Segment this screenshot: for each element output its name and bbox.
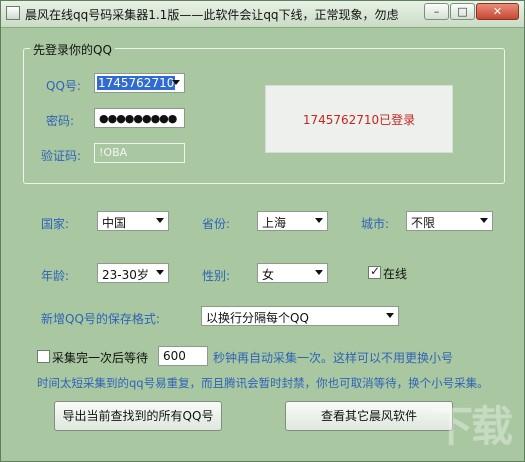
age-value: 23-30岁 [102,268,149,282]
watermark: 下载 [431,402,513,451]
online-label: 在线 [383,267,408,281]
chevron-down-icon[interactable] [480,218,488,223]
province-label: 省份: [202,217,231,231]
title-bar[interactable]: 晨风在线qq号码采集器1.1版——此软件会让qq下线，正常现象，勿虑 – □ ✕ [1,1,524,28]
chevron-down-icon[interactable] [172,80,180,85]
captcha-field[interactable]: !OBA [94,143,185,163]
minimize-button[interactable]: – [424,3,449,20]
view-other-software-button[interactable]: 查看其它晨风软件 [285,401,453,431]
qq-number-value: 1745762710 [97,76,176,90]
save-format-label: 新增QQ号的保存格式: [41,312,160,326]
login-status-panel: 1745762710已登录 [265,85,453,153]
maximize-button[interactable]: □ [450,3,475,20]
password-label: 密码: [46,114,75,128]
chevron-down-icon[interactable] [386,313,394,318]
province-select[interactable]: 上海 [257,211,328,231]
app-icon [6,6,20,20]
country-select[interactable]: 中国 [97,211,169,231]
country-value: 中国 [102,216,127,230]
city-value: 不限 [411,216,436,230]
chevron-down-icon[interactable] [156,270,164,275]
save-format-value: 以换行分隔每个QQ [206,311,309,325]
wait-seconds-input[interactable]: 600 [158,346,208,366]
qq-number-combobox[interactable]: 1745762710 [94,73,185,93]
app-window: 晨风在线qq号码采集器1.1版——此软件会让qq下线，正常现象，勿虑 – □ ✕… [0,0,525,462]
chevron-down-icon[interactable] [315,218,323,223]
login-group-title: 先登录你的QQ [30,41,115,58]
city-select[interactable]: 不限 [406,211,493,231]
city-label: 城市: [361,217,390,231]
qq-number-label: QQ号: [46,79,81,93]
captcha-label: 验证码: [41,149,82,163]
province-value: 上海 [262,216,287,230]
password-value: ●●●●●●●●● [99,112,177,125]
age-select[interactable]: 23-30岁 [97,263,169,283]
online-checkbox[interactable] [368,264,381,279]
wait-seconds-value: 600 [163,349,186,363]
auto-collect-label: 采集完一次后等待 [52,351,149,365]
country-label: 国家: [41,217,70,231]
chevron-down-icon[interactable] [156,218,164,223]
login-status-text: 1745762710已登录 [302,113,416,127]
auto-collect-note: 时间太短采集到的qq号易重复，而且腾讯会暂时封禁，你也可取消等待，换个小号采集。 [37,376,489,390]
export-qq-button[interactable]: 导出当前查找到的所有QQ号 [54,401,222,431]
window-title: 晨风在线qq号码采集器1.1版——此软件会让qq下线，正常现象，勿虑 [25,8,399,22]
age-label: 年龄: [41,269,70,283]
auto-collect-suffix: 秒钟再自动采集一次。这样可以不用更换小号 [213,351,454,365]
captcha-value: !OBA [99,146,128,159]
gender-label: 性别: [202,269,231,283]
close-button[interactable]: ✕ [476,3,519,20]
auto-collect-checkbox[interactable] [37,350,50,363]
save-format-select[interactable]: 以换行分隔每个QQ [201,306,399,326]
gender-select[interactable]: 女 [257,263,328,283]
chevron-down-icon[interactable] [315,270,323,275]
password-field[interactable]: ●●●●●●●●● [94,108,185,128]
gender-value: 女 [262,268,275,282]
